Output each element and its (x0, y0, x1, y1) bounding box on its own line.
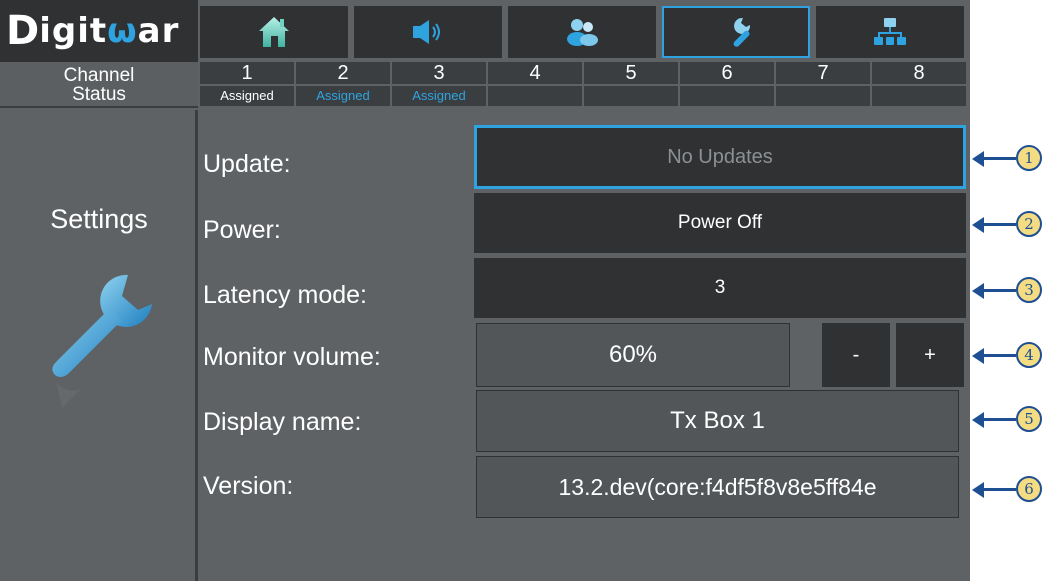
channel-status: Assigned (296, 86, 390, 106)
page-title: Settings (50, 204, 148, 234)
callout-number: 1 (1016, 145, 1042, 171)
callout-5: 5 (972, 406, 1042, 432)
volume-increase-button[interactable]: + (896, 323, 964, 387)
callout-number: 2 (1016, 211, 1042, 237)
latency-mode-field[interactable]: 3 (474, 258, 966, 318)
callout-3: 3 (972, 277, 1042, 303)
channel-number: 3 (392, 62, 486, 84)
display-name-field[interactable]: Tx Box 1 (476, 390, 959, 452)
display-name-label: Display name: (203, 408, 362, 436)
channel-number: 1 (200, 62, 294, 84)
version-label: Version: (203, 472, 294, 500)
callout-6: 6 (972, 476, 1042, 502)
users-icon (567, 19, 598, 46)
channel-strip: 1 Assigned 2 Assigned 3 Assigned 4 5 6 7… (200, 62, 966, 108)
channel-status-line1: Channel (63, 65, 135, 86)
callout-4: 4 (972, 342, 1042, 368)
channel-number: 7 (776, 62, 870, 84)
callout-number: 3 (1016, 277, 1042, 303)
callout-number: 6 (1016, 476, 1042, 502)
speaker-icon (413, 20, 440, 44)
channel-number: 8 (872, 62, 966, 84)
channel-status (488, 86, 582, 106)
side-panel: Settings (0, 110, 198, 581)
callout-number: 5 (1016, 406, 1042, 432)
callout-number: 4 (1016, 342, 1042, 368)
callout-2: 2 (972, 211, 1042, 237)
wrench-icon (733, 17, 751, 47)
channel-status (776, 86, 870, 106)
channel-3[interactable]: 3 Assigned (392, 62, 486, 108)
power-button[interactable]: Power Off (474, 193, 966, 253)
latency-label: Latency mode: (203, 281, 367, 309)
channel-number: 6 (680, 62, 774, 84)
channel-7[interactable]: 7 (776, 62, 870, 108)
channel-number: 2 (296, 62, 390, 84)
channel-status (872, 86, 966, 106)
volume-decrease-button[interactable]: - (822, 323, 890, 387)
channel-status: Assigned (392, 86, 486, 106)
nav-network-button[interactable] (816, 6, 964, 58)
nav-users-button[interactable] (508, 6, 656, 58)
channel-4[interactable]: 4 (488, 62, 582, 108)
channel-8[interactable]: 8 (872, 62, 966, 108)
update-label: Update: (203, 150, 291, 178)
monitor-volume-label: Monitor volume: (203, 343, 381, 371)
digitwar-logo: D igitωar (0, 0, 198, 62)
channel-1[interactable]: 1 Assigned (200, 62, 294, 108)
update-field[interactable]: No Updates (474, 125, 966, 189)
logo-letter: D (6, 8, 40, 54)
channel-2[interactable]: 2 Assigned (296, 62, 390, 108)
app-window: D igitωar Channel Status 1 Assigned 2 As… (0, 0, 970, 581)
channel-status-label: Channel Status (0, 62, 198, 108)
callout-1: 1 (972, 145, 1042, 171)
channel-number: 4 (488, 62, 582, 84)
network-icon (874, 18, 906, 45)
channel-5[interactable]: 5 (584, 62, 678, 108)
logo-text: igitωar (39, 11, 180, 51)
nav-home-button[interactable] (200, 6, 348, 58)
channel-status (584, 86, 678, 106)
version-field: 13.2.dev(core:f4df5f8v8e5ff84e (476, 456, 959, 518)
nav-audio-button[interactable] (354, 6, 502, 58)
monitor-volume-field: 60% (476, 323, 790, 387)
channel-number: 5 (584, 62, 678, 84)
channel-status: Assigned (200, 86, 294, 106)
nav-settings-button[interactable] (662, 6, 810, 58)
wrench-icon (52, 274, 152, 408)
channel-status (680, 86, 774, 106)
top-nav (200, 6, 966, 58)
power-label: Power: (203, 216, 281, 244)
channel-6[interactable]: 6 (680, 62, 774, 108)
channel-status-line2: Status (72, 84, 126, 105)
home-icon (259, 17, 289, 47)
